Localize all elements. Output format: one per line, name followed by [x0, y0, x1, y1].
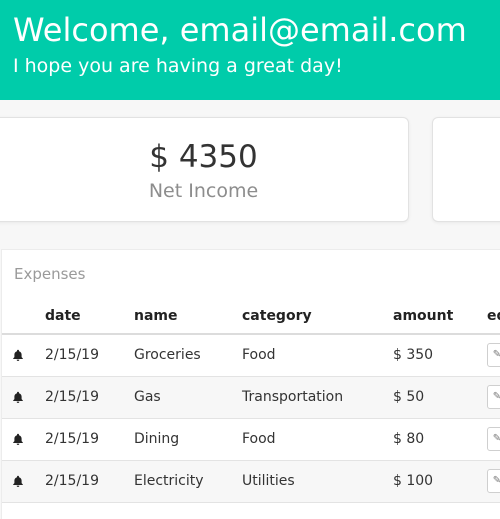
expenses-title: Expenses: [14, 265, 86, 283]
cell-category: Utilities: [242, 460, 393, 503]
cell-category: Food: [242, 418, 393, 461]
cell-name: Dining: [134, 418, 242, 461]
bell-icon[interactable]: [12, 391, 24, 403]
column-header-category: category: [242, 298, 393, 335]
cell-amount: $ 350: [393, 334, 487, 377]
cell-amount: $ 80: [393, 418, 487, 461]
pencil-icon: ✎: [493, 391, 500, 402]
column-header-name: name: [134, 298, 242, 335]
expenses-panel: Expenses date name category amount edit …: [1, 249, 500, 519]
cell-date: 2/15/19: [45, 334, 134, 377]
summary-card-partial: [432, 117, 500, 222]
cell-amount: $ 50: [393, 376, 487, 419]
expenses-table: date name category amount edit 2/15/19 G…: [2, 298, 500, 503]
bell-icon[interactable]: [12, 349, 24, 362]
cell-date: 2/15/19: [45, 418, 134, 461]
pencil-icon: ✎: [493, 349, 500, 360]
cell-name: Electricity: [134, 460, 242, 503]
table-row[interactable]: 2/15/19 Electricity Utilities $ 100 ✎: [2, 460, 500, 503]
table-row[interactable]: 2/15/19 Groceries Food $ 350 ✎: [2, 334, 500, 377]
edit-button[interactable]: ✎: [487, 469, 500, 493]
column-header-icon: [2, 298, 45, 335]
edit-button[interactable]: ✎: [487, 385, 500, 409]
net-income-label: Net Income: [148, 180, 259, 202]
cell-date: 2/15/19: [45, 376, 134, 419]
welcome-title: Welcome, email@email.com: [13, 11, 467, 49]
column-header-edit: edit: [487, 298, 500, 335]
column-header-date: date: [45, 298, 134, 335]
welcome-subtitle: I hope you are having a great day!: [13, 55, 343, 77]
cell-name: Gas: [134, 376, 242, 419]
table-row[interactable]: 2/15/19 Dining Food $ 80 ✎: [2, 418, 500, 461]
cell-category: Food: [242, 334, 393, 377]
cell-amount: $ 100: [393, 460, 487, 503]
bell-icon[interactable]: [12, 475, 24, 487]
net-income-card: $ 4350 Net Income: [0, 117, 409, 222]
edit-button[interactable]: ✎: [487, 427, 500, 451]
pencil-icon: ✎: [493, 475, 500, 486]
welcome-header: Welcome, email@email.com I hope you are …: [0, 0, 500, 100]
table-row[interactable]: 2/15/19 Gas Transportation $ 50 ✎: [2, 376, 500, 419]
bell-icon[interactable]: [12, 433, 24, 445]
table-header-row: date name category amount edit: [2, 298, 500, 335]
cell-date: 2/15/19: [45, 460, 134, 503]
net-income-amount: $ 4350: [149, 139, 258, 175]
cell-name: Groceries: [134, 334, 242, 377]
column-header-amount: amount: [393, 298, 487, 335]
pencil-icon: ✎: [493, 433, 500, 444]
edit-button[interactable]: ✎: [487, 343, 500, 368]
cell-category: Transportation: [242, 376, 393, 419]
